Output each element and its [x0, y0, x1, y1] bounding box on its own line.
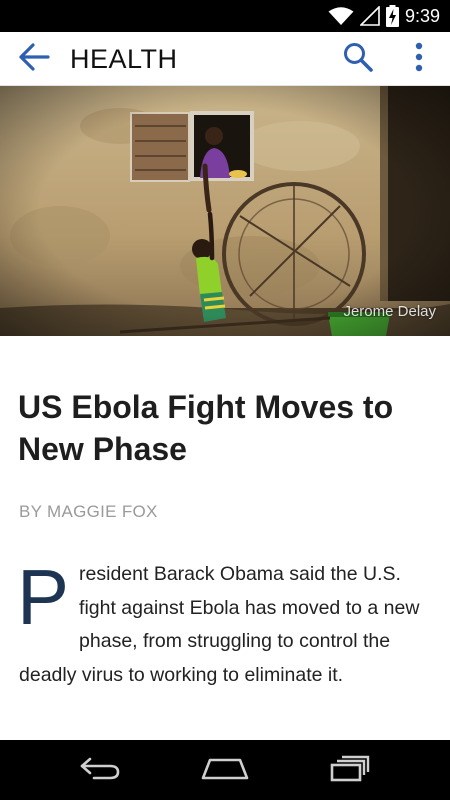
navigation-bar: [0, 740, 450, 800]
nav-recents-button[interactable]: [320, 750, 380, 790]
article-byline: BY MAGGIE FOX: [19, 502, 158, 521]
article-headline: US Ebola Fight Moves to New Phase: [18, 389, 394, 467]
dropcap: P: [17, 553, 70, 641]
article-body-text: resident Barack Obama said the U.S. figh…: [19, 563, 420, 686]
more-options-button[interactable]: [402, 40, 436, 78]
more-vertical-icon: [414, 41, 424, 78]
search-icon: [342, 41, 374, 78]
status-icons: 9:39: [328, 4, 440, 28]
article-body: President Barack Obama said the U.S. fig…: [17, 553, 429, 692]
nav-recents-icon: [328, 754, 372, 787]
nav-back-button[interactable]: [70, 750, 130, 790]
app-bar: HEALTH: [0, 32, 450, 86]
status-time: 9:39: [404, 5, 440, 26]
nav-home-button[interactable]: [195, 750, 255, 790]
nav-home-icon: [200, 755, 250, 786]
battery-charging-icon: [385, 5, 399, 27]
search-button[interactable]: [338, 40, 378, 78]
article: US Ebola Fight Moves to New Phase BY MAG…: [0, 336, 450, 740]
hero-image[interactable]: Jerome Delay: [0, 86, 450, 336]
arrow-back-icon: [18, 42, 50, 76]
back-button[interactable]: [14, 41, 54, 77]
wifi-icon: [328, 6, 354, 26]
photo-credit: Jerome Delay: [343, 303, 436, 320]
hero-photo: [0, 86, 450, 336]
page-title: HEALTH: [70, 44, 178, 74]
nav-back-icon: [78, 755, 122, 786]
signal-icon: [359, 6, 380, 26]
status-bar: 9:39: [0, 0, 450, 32]
